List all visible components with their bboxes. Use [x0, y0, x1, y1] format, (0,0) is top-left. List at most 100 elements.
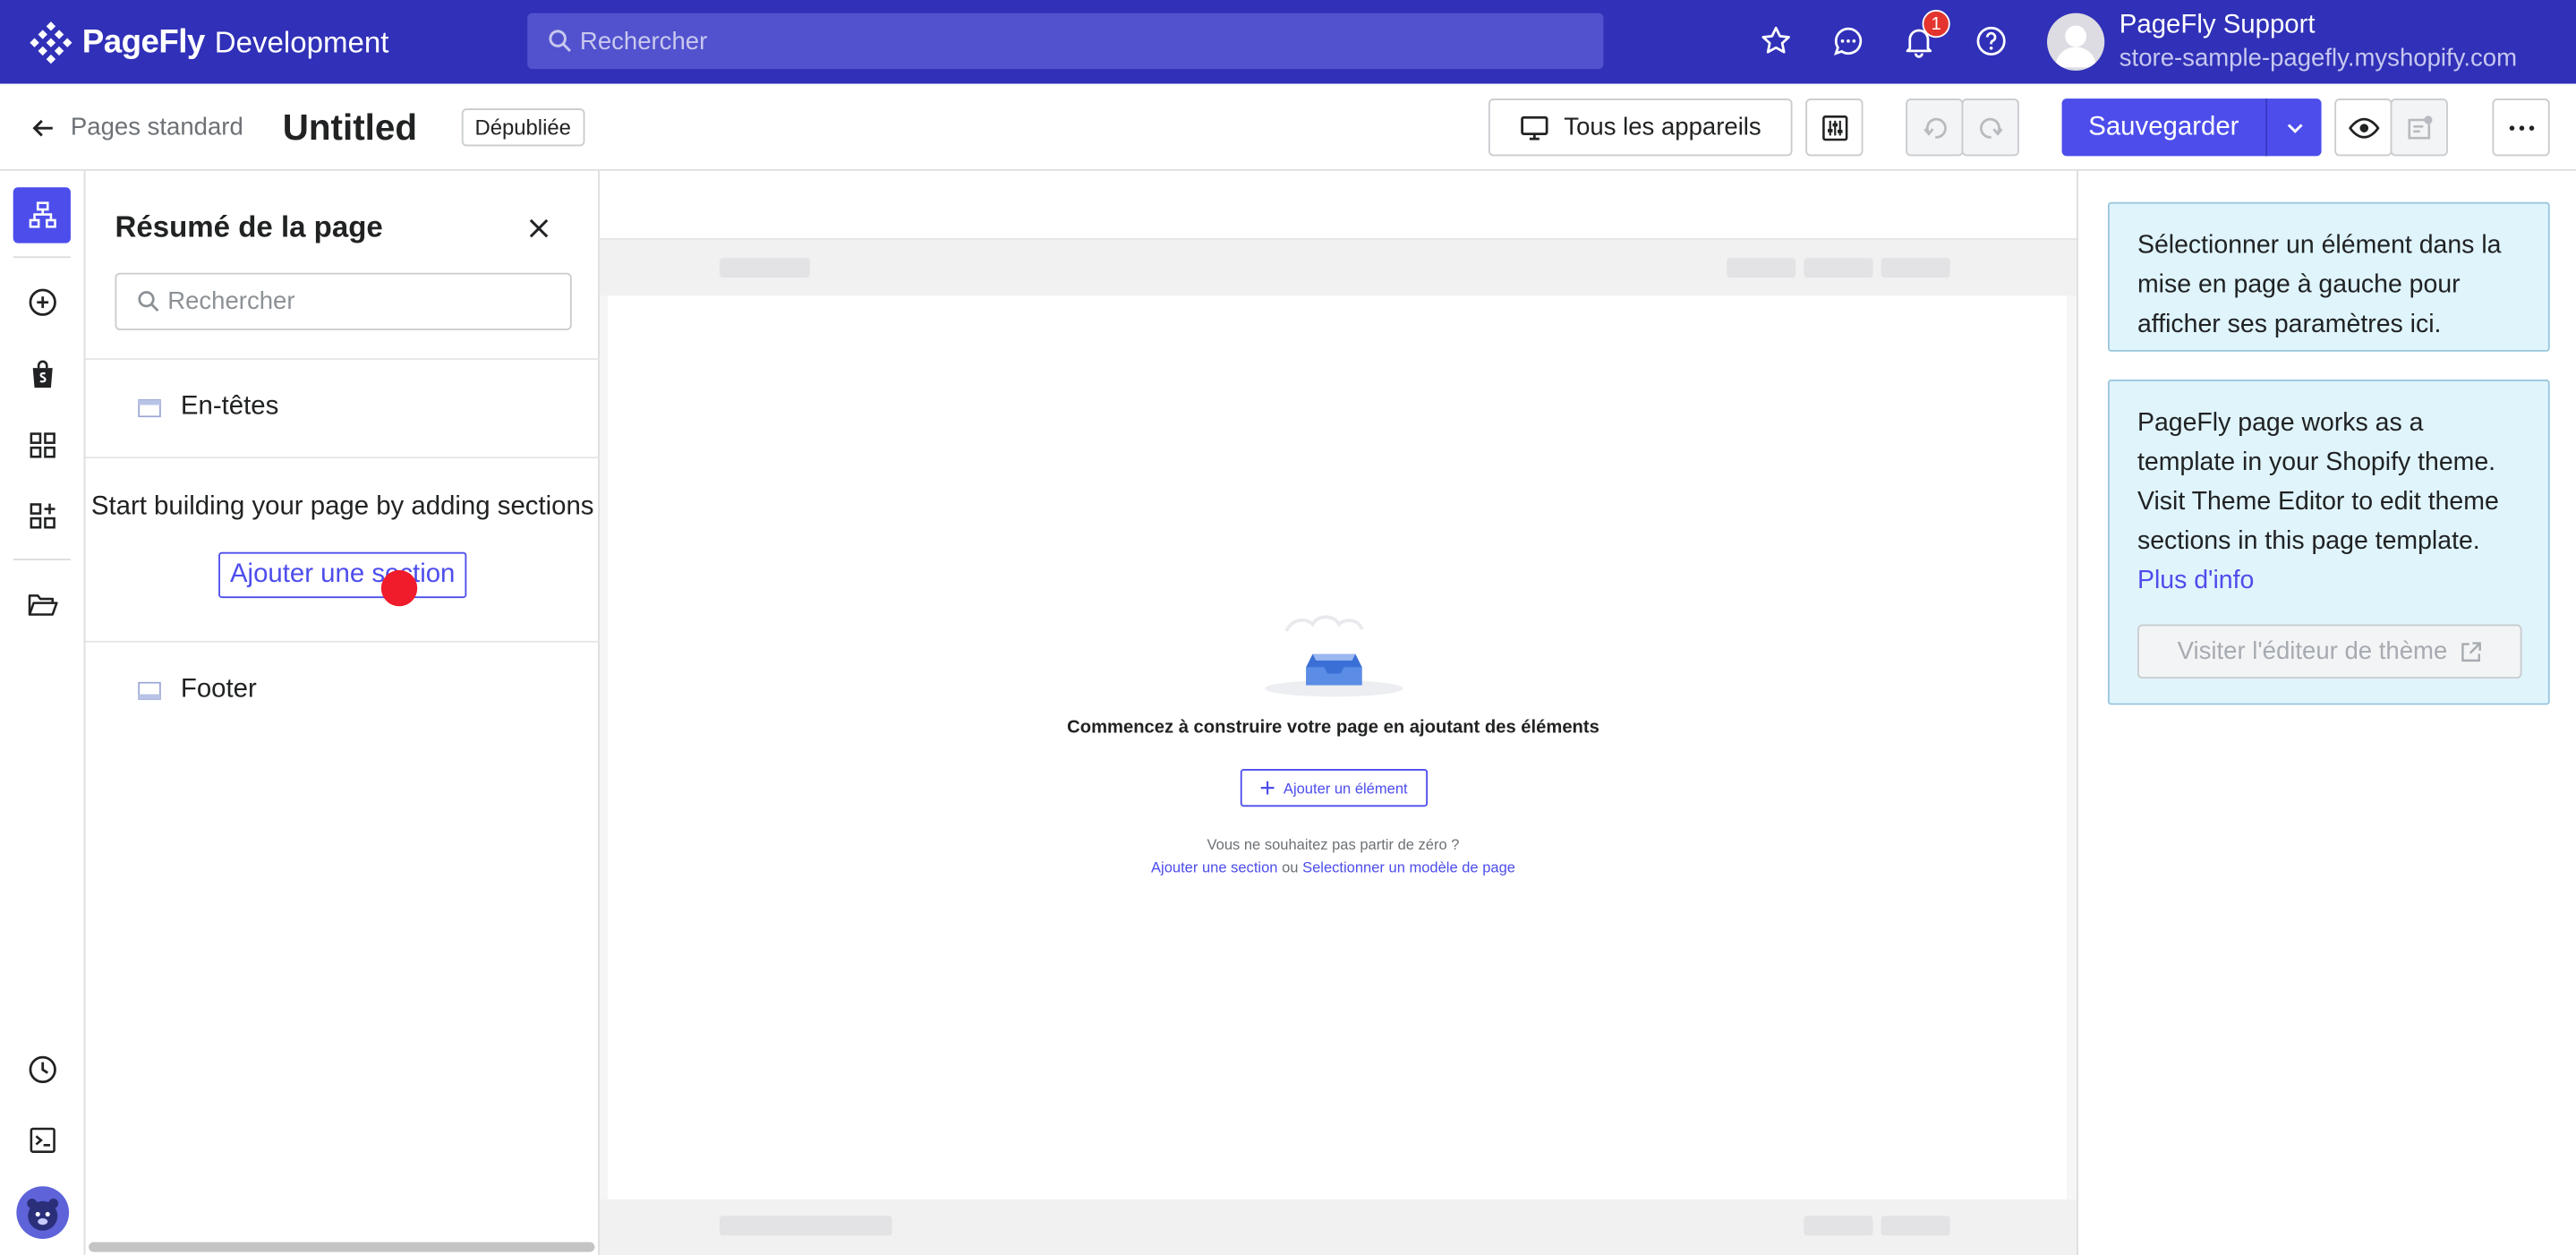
select-hint-box: Sélectionner un élément dans la mise en … — [2107, 201, 2550, 352]
rail-sections-button[interactable] — [13, 417, 71, 473]
publish-icon — [2407, 115, 2432, 139]
top-bar: PageFly Development Rechercher 1 PageFly… — [0, 0, 2576, 84]
save-button-group: Sauvegarder — [2061, 98, 2322, 157]
shopify-bag-icon — [31, 360, 52, 388]
undo-button[interactable] — [1906, 98, 1964, 157]
pagefly-logo-icon — [30, 21, 73, 64]
page-title[interactable]: Untitled — [283, 107, 417, 149]
theme-info-text: PageFly page works as a template in your… — [2137, 409, 2499, 556]
rail-divider — [13, 256, 71, 259]
search-icon — [549, 30, 571, 52]
close-icon[interactable] — [525, 215, 551, 241]
apps-add-icon — [29, 503, 55, 529]
theme-header-placeholder — [599, 239, 2077, 296]
empty-box-icon — [1265, 615, 1403, 697]
page-canvas[interactable] — [608, 295, 2068, 1200]
divider — [85, 358, 600, 360]
cursor-indicator — [380, 569, 418, 607]
mascot-avatar-icon — [15, 1186, 69, 1239]
left-icon-rail — [0, 170, 86, 1255]
outline-item-header-label: En-têtes — [180, 392, 279, 421]
device-selector-label: Tous les appareils — [1564, 113, 1761, 141]
canvas-start-links: Ajouter une section ou Selectionner un m… — [600, 859, 2067, 875]
global-search-placeholder: Rechercher — [579, 27, 708, 55]
external-link-icon — [2461, 641, 2481, 662]
user-store[interactable]: store-sample-pagefly.myshopify.com — [2120, 45, 2517, 73]
rail-outline-button[interactable] — [13, 187, 71, 243]
back-label: Pages standard — [70, 113, 243, 141]
or-text: ou — [1282, 858, 1299, 876]
skeleton-nav — [1804, 258, 1873, 278]
star-icon[interactable] — [1758, 23, 1794, 59]
save-button[interactable]: Sauvegarder — [2062, 98, 2266, 156]
help-icon[interactable] — [1973, 23, 2009, 59]
footer-section-icon — [138, 680, 161, 700]
visit-theme-editor-label: Visiter l'éditeur de thème — [2177, 636, 2448, 665]
save-options-button[interactable] — [2265, 98, 2321, 157]
publish-button[interactable] — [2390, 98, 2448, 157]
editor-canvas: Commencez à construire votre page en ajo… — [599, 170, 2077, 1255]
add-section-button[interactable]: Ajouter une section — [218, 551, 467, 599]
user-avatar[interactable] — [2047, 13, 2105, 71]
folder-open-icon — [27, 594, 57, 616]
more-info-link[interactable]: Plus d'info — [2137, 567, 2254, 594]
divider — [85, 457, 600, 459]
notification-badge: 1 — [1922, 10, 1950, 38]
header-section-icon — [138, 398, 161, 417]
grid-icon — [29, 432, 55, 458]
redo-icon — [1979, 116, 2002, 138]
status-badge: Dépubliée — [461, 108, 584, 147]
user-avatar-icon — [2055, 25, 2097, 68]
search-icon — [138, 291, 159, 312]
skeleton-footer — [1804, 1216, 1873, 1236]
undo-icon — [1923, 116, 1946, 138]
canvas-question: Vous ne souhaitez pas partir de zéro ? — [1207, 836, 1460, 853]
outline-item-footer[interactable]: Footer — [138, 675, 257, 704]
rail-mascot-avatar[interactable] — [13, 1184, 71, 1240]
page-settings-button[interactable] — [1805, 98, 1864, 157]
back-link[interactable]: Pages standard — [30, 114, 243, 141]
outline-item-header[interactable]: En-têtes — [138, 393, 278, 423]
rail-code-button[interactable] — [13, 1113, 71, 1168]
rail-shopify-button[interactable] — [13, 346, 71, 402]
device-selector-button[interactable]: Tous les appareils — [1488, 98, 1793, 157]
visit-theme-editor-button[interactable]: Visiter l'éditeur de thème — [2137, 624, 2522, 679]
skeleton-footer — [719, 1216, 892, 1236]
more-actions-button[interactable] — [2492, 98, 2550, 157]
desktop-icon — [1521, 115, 1548, 140]
add-section-link[interactable]: Ajouter une section — [1151, 859, 1277, 875]
chat-icon[interactable] — [1830, 23, 1866, 59]
skeleton-nav — [1727, 258, 1796, 278]
skeleton-logo — [719, 258, 810, 278]
page-outline-panel: Résumé de la page Rechercher En-têtes St… — [85, 170, 600, 1255]
add-element-label: Ajouter un élément — [1283, 779, 1408, 797]
outline-search-input[interactable]: Rechercher — [115, 272, 572, 330]
rail-apps-button[interactable] — [13, 488, 71, 543]
plus-circle-icon — [28, 288, 55, 316]
chevron-down-icon — [2286, 123, 2302, 132]
rail-library-button[interactable] — [13, 576, 71, 632]
preview-button[interactable] — [2334, 98, 2393, 157]
global-search-input[interactable]: Rechercher — [527, 13, 1604, 70]
add-element-button[interactable]: Ajouter un élément — [1240, 769, 1429, 807]
skeleton-nav — [1881, 258, 1950, 278]
sitemap-icon — [28, 201, 55, 228]
divider — [85, 640, 600, 643]
theme-info-box: PageFly page works as a template in your… — [2107, 380, 2550, 705]
clock-icon — [28, 1055, 55, 1084]
rail-history-button[interactable] — [13, 1042, 71, 1097]
select-template-link[interactable]: Selectionner un modèle de page — [1302, 859, 1515, 875]
arrow-left-icon — [32, 118, 53, 136]
canvas-empty-title: Commencez à construire votre page en ajo… — [1067, 718, 1599, 738]
more-horizontal-icon — [2508, 124, 2534, 131]
user-name[interactable]: PageFly Support — [2120, 12, 2316, 41]
redo-button[interactable] — [1961, 98, 2019, 157]
outline-search-placeholder: Rechercher — [167, 287, 295, 316]
horizontal-scrollbar[interactable] — [89, 1242, 595, 1252]
select-hint-text: Sélectionner un élément dans la mise en … — [2137, 231, 2502, 339]
settings-panel: Sélectionner un élément dans la mise en … — [2077, 170, 2576, 1255]
logo[interactable]: PageFly Development — [30, 21, 388, 64]
editor-toolbar: Pages standard Untitled Dépubliée Tous l… — [0, 83, 2576, 171]
plus-icon — [1261, 781, 1275, 795]
rail-add-element-button[interactable] — [13, 275, 71, 330]
